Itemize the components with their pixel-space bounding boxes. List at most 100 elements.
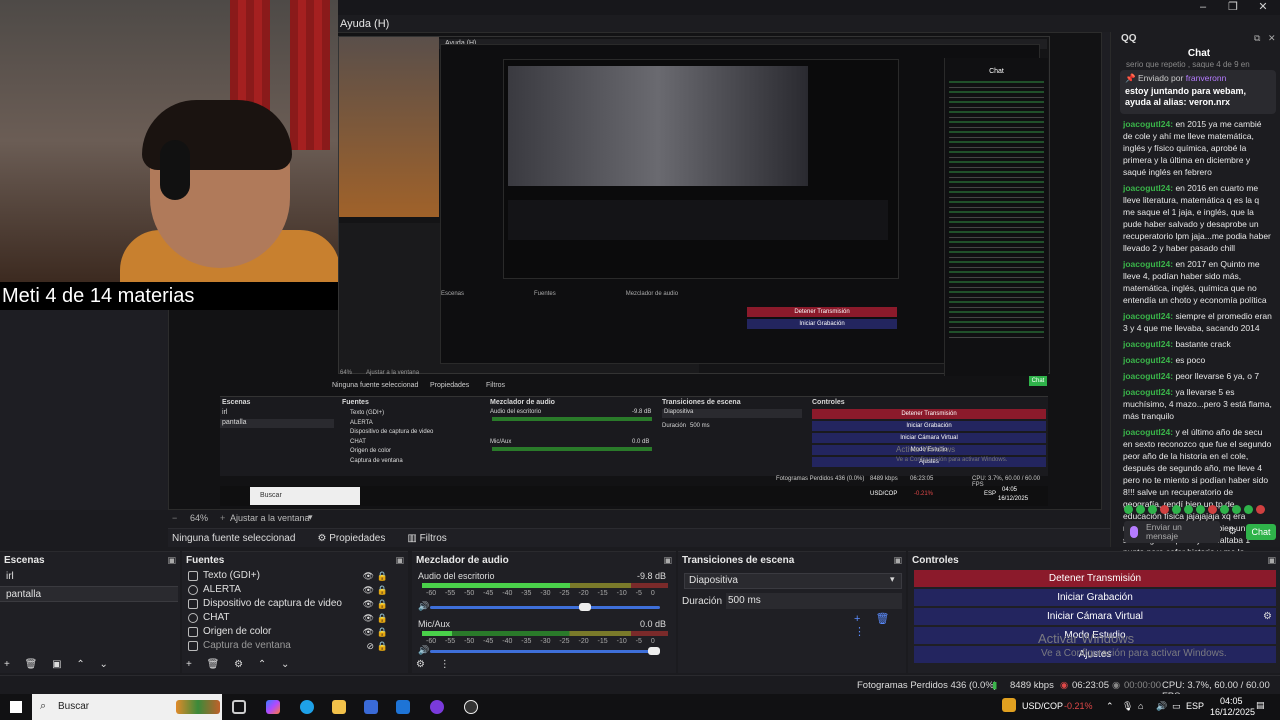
emote-icon[interactable] (1148, 505, 1157, 514)
obs-icon[interactable] (464, 700, 478, 714)
lock-icon[interactable]: 🔒 (377, 597, 388, 611)
chat-send-button[interactable]: Chat (1246, 524, 1276, 540)
eye-icon[interactable]: 👁 (363, 569, 374, 583)
source-item[interactable]: CHAT 👁 🔒 (188, 611, 400, 625)
speaker-icon[interactable]: 🔊 (418, 645, 429, 656)
source-item[interactable]: Texto (GDI+) 👁 🔒 (188, 569, 400, 583)
source-item[interactable]: Captura de ventana ⊘ 🔒 (188, 639, 400, 653)
dock-close-icon[interactable]: ✕ (1268, 33, 1276, 44)
chat-username[interactable]: joacogutl24: (1123, 427, 1173, 437)
emote-icon[interactable] (1172, 505, 1181, 514)
store-icon[interactable] (364, 700, 378, 714)
clock-time[interactable]: 04:05 (1220, 696, 1243, 706)
chat-emote-bar[interactable] (1124, 505, 1274, 517)
chat-settings-icon[interactable]: ⚙ (1228, 526, 1237, 537)
pinned-user[interactable]: franveronn (1186, 73, 1227, 83)
gear-icon[interactable]: ⚙ (1263, 611, 1272, 622)
file-explorer-icon[interactable] (332, 700, 346, 714)
transition-select[interactable]: Diapositiva (684, 573, 902, 589)
filters-button[interactable]: ▥ Filtros (407, 533, 446, 544)
chat-username[interactable]: joacogutl24: (1123, 339, 1173, 349)
chat-username[interactable]: joacogutl24: (1123, 387, 1173, 397)
chat-input[interactable]: Enviar un mensaje (1124, 521, 1220, 543)
lock-icon[interactable]: 🔒 (377, 639, 388, 653)
dock-menu-icon[interactable]: ▣ (893, 555, 902, 566)
emote-icon[interactable] (1160, 505, 1169, 514)
scenes-footer[interactable]: + 🗑 ▣ ⌃ ⌄ (4, 659, 114, 670)
emote-icon[interactable] (1256, 505, 1265, 514)
lock-icon[interactable]: 🔒 (377, 611, 388, 625)
dock-menu-icon[interactable]: ▣ (395, 555, 404, 566)
edge-icon[interactable] (300, 700, 314, 714)
lock-icon[interactable]: 🔒 (377, 569, 388, 583)
dock-menu-icon[interactable]: ▣ (167, 555, 176, 566)
chat-username[interactable]: joacogutl24: (1123, 311, 1173, 321)
volume-slider-mic[interactable] (430, 647, 660, 655)
emote-icon[interactable] (1208, 505, 1217, 514)
emote-icon[interactable] (1244, 505, 1253, 514)
zoom-out-icon[interactable]: − (172, 513, 177, 523)
transition-actions[interactable]: + 🗑 ⋮ (854, 612, 906, 638)
volume-icon[interactable]: 🔊 (1156, 701, 1167, 712)
windows-start-icon[interactable] (10, 701, 22, 713)
tray-chevron-icon[interactable]: ⌃ (1106, 701, 1114, 712)
chat-username[interactable]: joacogutl24: (1123, 259, 1173, 269)
fit-window-select[interactable]: Ajustar a la ventana (230, 513, 310, 523)
dock-menu-icon[interactable]: ▣ (663, 555, 672, 566)
minimize-button[interactable]: – (1188, 0, 1218, 15)
emote-icon[interactable] (1136, 505, 1145, 514)
chat-username[interactable]: joacogutl24: (1123, 183, 1173, 193)
stop-stream-button[interactable]: Detener Transmisión (914, 570, 1276, 587)
source-item[interactable]: ALERTA 👁 🔒 (188, 583, 400, 597)
clock-date[interactable]: 16/12/2025 (1210, 707, 1255, 717)
copilot-icon[interactable] (266, 700, 280, 714)
dock-undock-icon[interactable]: ⧉ (1254, 33, 1260, 44)
eye-icon[interactable]: 👁 (363, 583, 374, 597)
eye-icon[interactable]: 👁 (363, 597, 374, 611)
eye-icon[interactable]: 👁 (363, 625, 374, 639)
language-indicator[interactable]: ESP (1186, 701, 1204, 711)
volume-slider-desktop[interactable] (430, 603, 660, 611)
outlook-icon[interactable] (396, 700, 410, 714)
sources-footer[interactable]: + 🗑 ⚙ ⌃ ⌄ (186, 659, 295, 670)
source-item[interactable]: Dispositivo de captura de video 👁 🔒 (188, 597, 400, 611)
dock-menu-icon[interactable]: ▣ (1267, 555, 1276, 566)
virtual-camera-button[interactable]: Iniciar Cámara Virtual (914, 608, 1276, 625)
mixer-footer[interactable]: ⚙ ⋮ (416, 659, 456, 670)
slider-knob[interactable] (579, 603, 591, 611)
chat-username[interactable]: joacogutl24: (1123, 371, 1173, 381)
emote-icon[interactable] (1124, 505, 1133, 514)
slider-knob[interactable] (648, 647, 660, 655)
menu-help[interactable]: Ayuda (H) (340, 18, 389, 30)
emote-icon[interactable] (1184, 505, 1193, 514)
scene-item-pantalla[interactable]: pantalla (0, 586, 178, 602)
scene-item-irl[interactable]: irl (0, 569, 178, 585)
emote-icon[interactable] (1232, 505, 1241, 514)
source-item[interactable]: Origen de color 👁 🔒 (188, 625, 400, 639)
task-view-icon[interactable] (232, 700, 246, 714)
speaker-icon[interactable]: 🔊 (418, 601, 429, 612)
lock-icon[interactable]: 🔒 (377, 625, 388, 639)
lock-icon[interactable]: 🔒 (377, 583, 388, 597)
chat-app-icon[interactable] (430, 700, 444, 714)
close-button[interactable]: ✕ (1248, 0, 1278, 15)
properties-button[interactable]: ⚙ Propiedades (317, 533, 385, 544)
chat-badge-icon[interactable] (1130, 526, 1138, 538)
chevron-down-icon[interactable]: ▾ (308, 512, 313, 523)
zoom-in-icon[interactable]: + (220, 513, 225, 523)
chevron-down-icon[interactable]: ▾ (890, 574, 895, 585)
start-recording-button[interactable]: Iniciar Grabación (914, 589, 1276, 606)
network-icon[interactable]: ⌂ (1138, 701, 1143, 711)
chat-username[interactable]: joacogutl24: (1123, 355, 1173, 365)
eye-off-icon[interactable]: ⊘ (366, 639, 374, 653)
emote-icon[interactable] (1220, 505, 1229, 514)
notification-icon[interactable]: ▤ (1256, 700, 1265, 711)
ticker-label[interactable]: USD/COP (1022, 701, 1063, 711)
chat-username[interactable]: joacogutl24: (1123, 119, 1173, 129)
eye-icon[interactable]: 👁 (363, 611, 374, 625)
mic-icon[interactable]: 🎙 (1122, 701, 1133, 712)
duration-field[interactable]: 500 ms (726, 593, 902, 609)
battery-icon[interactable]: ▭ (1172, 701, 1181, 712)
emote-icon[interactable] (1196, 505, 1205, 514)
pinned-message[interactable]: 📌 Enviado por franveronn estoy juntando … (1120, 70, 1276, 114)
